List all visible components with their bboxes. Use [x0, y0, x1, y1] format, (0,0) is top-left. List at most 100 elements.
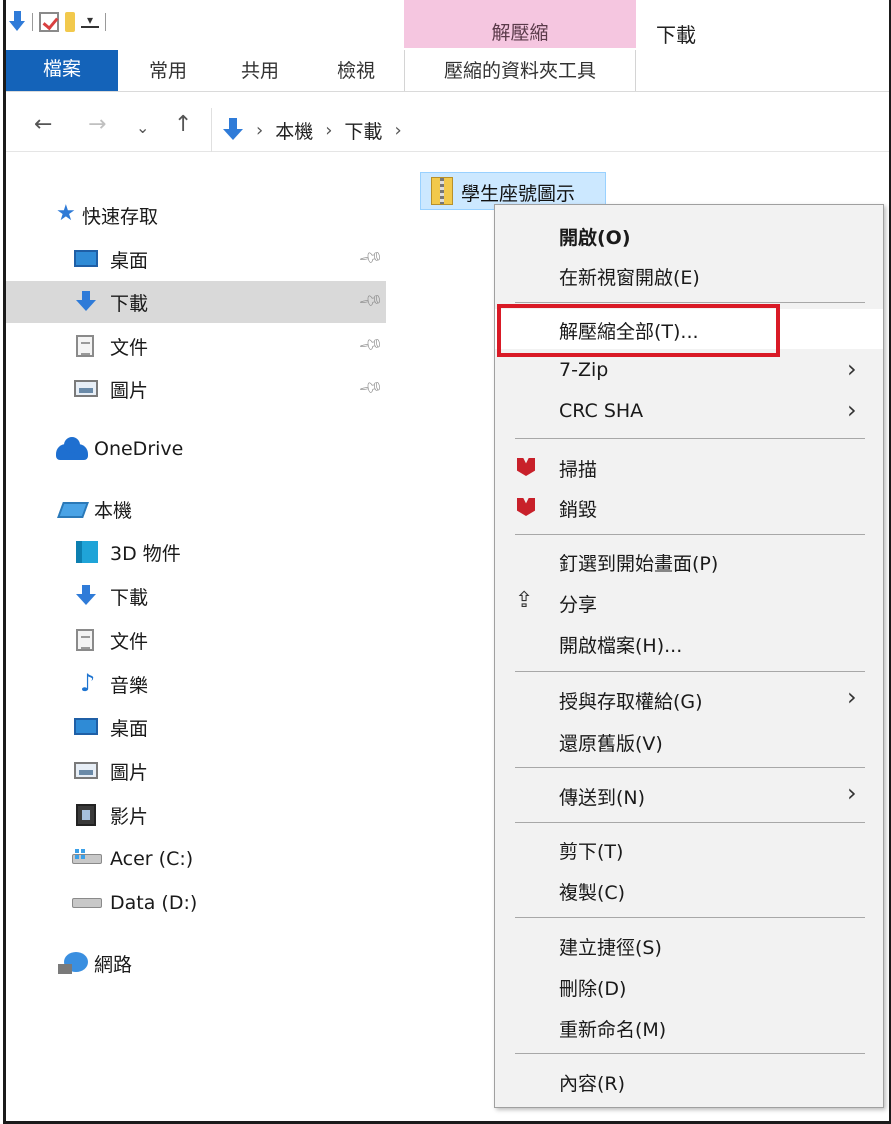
menu-item-label: 在新視窗開啟(E) — [559, 267, 700, 289]
new-folder-icon[interactable] — [65, 12, 75, 32]
menu-item-copy[interactable]: 複製(C) — [495, 870, 883, 910]
menu-divider — [515, 917, 865, 918]
sidebar-item-label: 文件 — [110, 630, 149, 653]
menu-item-label: 內容(R) — [559, 1073, 626, 1095]
menu-item-crc-sha[interactable]: CRC SHA › — [495, 392, 883, 432]
menu-item-create-shortcut[interactable]: 建立捷徑(S) — [495, 925, 883, 965]
sidebar-item-3d-objects[interactable]: 3D 物件 — [6, 531, 386, 573]
menu-item-open[interactable]: 開啟(O) — [495, 215, 883, 255]
videos-icon — [76, 804, 96, 826]
sidebar-item-label: 音樂 — [110, 674, 149, 697]
menu-item-restore-previous[interactable]: 還原舊版(V) — [495, 721, 883, 761]
sidebar-item-documents[interactable]: 文件 📌︎ — [6, 325, 386, 367]
sidebar-item-pictures[interactable]: 圖片 📌︎ — [6, 368, 386, 410]
menu-item-label: 開啟檔案(H)... — [559, 635, 683, 657]
sidebar-item-videos[interactable]: 影片 — [6, 794, 386, 836]
menu-item-7zip[interactable]: 7-Zip › — [495, 351, 883, 391]
menu-item-open-new-window[interactable]: 在新視窗開啟(E) — [495, 255, 883, 295]
sidebar-item-network[interactable]: 網路 — [6, 942, 386, 984]
menu-item-label: CRC SHA — [559, 400, 644, 422]
pin-icon[interactable]: 📌︎ — [357, 287, 385, 314]
menu-item-delete[interactable]: 刪除(D) — [495, 966, 883, 1006]
zip-folder-icon — [431, 177, 453, 205]
menu-item-give-access[interactable]: 授與存取權給(G) › — [495, 679, 883, 719]
tab-share[interactable]: 共用 — [230, 50, 290, 92]
chevron-right-icon[interactable]: › — [325, 120, 332, 141]
sidebar-item-downloads-pc[interactable]: 下載 — [6, 575, 386, 617]
sidebar-item-label: 下載 — [110, 292, 149, 315]
chevron-right-icon: › — [847, 396, 857, 424]
download-icon — [74, 585, 98, 605]
breadcrumb-downloads[interactable]: 下載 — [344, 117, 382, 144]
network-icon — [58, 952, 88, 974]
tab-home[interactable]: 常用 — [138, 50, 198, 92]
recent-locations-chevron-icon[interactable]: ⌄ — [136, 118, 149, 137]
sidebar-item-desktop-pc[interactable]: 桌面 — [6, 706, 386, 748]
chevron-right-icon: › — [847, 683, 857, 711]
breadcrumb-this-pc[interactable]: 本機 — [275, 117, 313, 144]
menu-item-label: 開啟(O) — [559, 227, 631, 249]
this-pc-icon — [57, 502, 89, 518]
desktop-icon — [74, 250, 98, 267]
context-tab-header-label: 解壓縮 — [491, 22, 549, 44]
menu-divider — [515, 767, 865, 768]
menu-item-label: 重新命名(M) — [559, 1019, 667, 1041]
menu-item-share[interactable]: ⇪ 分享 — [495, 582, 883, 622]
title-bar: ▾ 解壓縮 下載 — [6, 0, 889, 56]
menu-item-label: 分享 — [559, 594, 598, 616]
back-arrow-icon[interactable]: ← — [34, 112, 52, 137]
pin-icon[interactable]: 📌︎ — [357, 244, 385, 271]
sidebar-item-documents-pc[interactable]: 文件 — [6, 619, 386, 661]
documents-icon — [76, 629, 94, 651]
sidebar-item-drive-d[interactable]: Data (D:) — [6, 882, 386, 924]
menu-item-cut[interactable]: 剪下(T) — [495, 829, 883, 869]
sidebar-item-label: Data (D:) — [110, 892, 198, 914]
sidebar-item-drive-c[interactable]: Acer (C:) — [6, 838, 386, 880]
sidebar-item-this-pc[interactable]: 本機 — [6, 488, 386, 530]
pin-icon[interactable]: 📌︎ — [357, 374, 385, 401]
menu-item-label: 刪除(D) — [559, 978, 627, 1000]
menu-item-open-file[interactable]: 開啟檔案(H)... — [495, 623, 883, 663]
sidebar-item-downloads[interactable]: 下載 📌︎ — [6, 281, 386, 323]
menu-item-shred[interactable]: 銷毀 — [495, 487, 883, 527]
download-icon — [74, 291, 98, 311]
menu-item-rename[interactable]: 重新命名(M) — [495, 1007, 883, 1047]
customize-toolbar-dropdown[interactable]: ▾ — [81, 14, 99, 28]
sidebar-item-label: 本機 — [94, 499, 133, 522]
menu-item-label: 還原舊版(V) — [559, 733, 663, 755]
divider — [32, 13, 33, 31]
sidebar-item-label: 網路 — [94, 953, 133, 976]
documents-icon — [76, 335, 94, 357]
menu-item-label: 複製(C) — [559, 882, 626, 904]
forward-arrow-icon[interactable]: → — [88, 112, 106, 137]
sidebar-item-pictures-pc[interactable]: 圖片 — [6, 750, 386, 792]
window-title: 下載 — [656, 23, 696, 47]
menu-item-properties[interactable]: 內容(R) — [495, 1061, 883, 1101]
chevron-right-icon[interactable]: › — [256, 120, 263, 141]
desktop-icon — [74, 718, 98, 735]
up-arrow-icon[interactable]: ↑ — [174, 112, 192, 137]
menu-item-label: 7-Zip — [559, 359, 609, 381]
properties-checkbox-icon[interactable] — [39, 12, 59, 32]
menu-divider — [515, 822, 865, 823]
pin-icon[interactable]: 📌︎ — [357, 331, 385, 358]
menu-item-pin-to-start[interactable]: 釘選到開始畫面(P) — [495, 541, 883, 581]
chevron-right-icon[interactable]: › — [394, 120, 401, 141]
tab-view[interactable]: 檢視 — [324, 50, 388, 92]
sidebar-item-label: 圖片 — [110, 761, 149, 784]
download-icon[interactable] — [8, 11, 26, 33]
sidebar-item-label: 圖片 — [110, 379, 149, 402]
sidebar-item-music[interactable]: ♪ 音樂 — [6, 663, 386, 705]
chevron-right-icon: › — [847, 355, 857, 383]
tab-file[interactable]: 檔案 — [6, 50, 118, 92]
menu-item-scan[interactable]: 掃描 — [495, 447, 883, 487]
sidebar-item-label: 桌面 — [110, 717, 149, 740]
sidebar-item-quick-access[interactable]: ★ 快速存取 — [6, 194, 386, 236]
sidebar-item-onedrive[interactable]: OneDrive — [6, 428, 386, 470]
tab-compressed-folder-tools[interactable]: 壓縮的資料夾工具 — [404, 50, 636, 92]
sidebar-item-desktop[interactable]: 桌面 📌︎ — [6, 238, 386, 280]
menu-item-send-to[interactable]: 傳送到(N) › — [495, 775, 883, 815]
address-bar[interactable]: › 本機 › 下載 › — [211, 108, 889, 152]
share-icon: ⇪ — [515, 588, 534, 613]
menu-item-label: 釘選到開始畫面(P) — [559, 553, 719, 575]
